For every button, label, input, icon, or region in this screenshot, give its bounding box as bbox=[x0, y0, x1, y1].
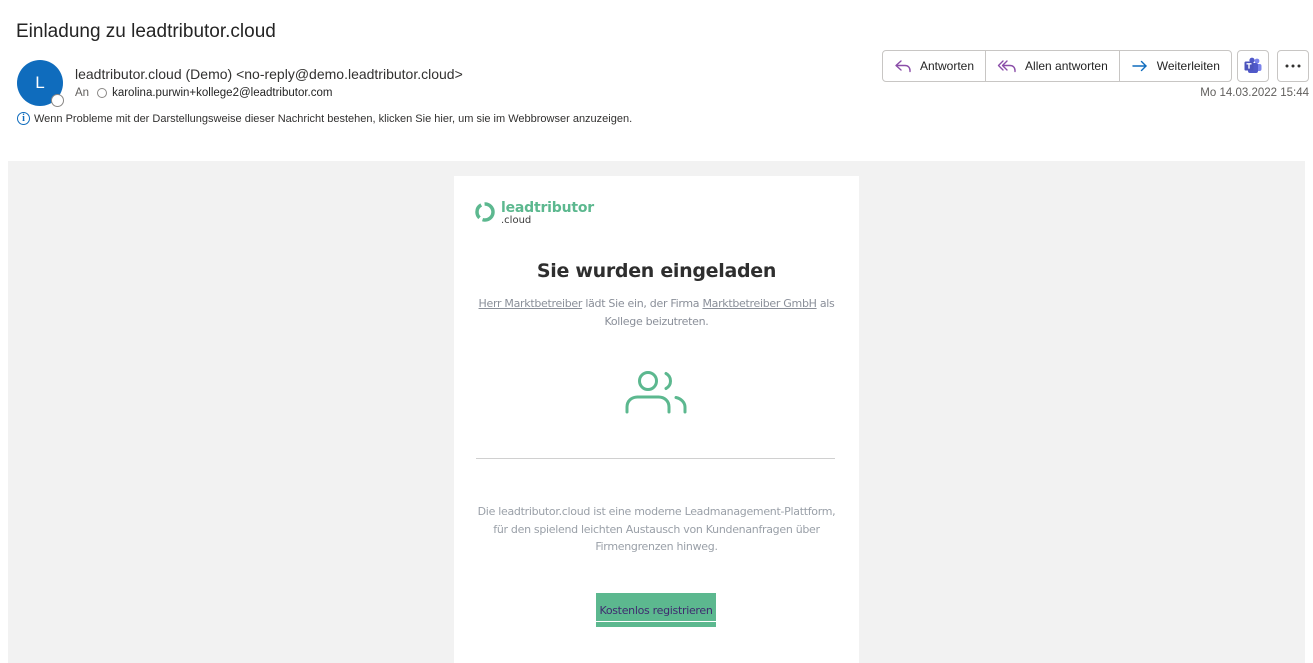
avatar-initial: L bbox=[35, 73, 45, 92]
people-icon bbox=[625, 371, 687, 414]
reply-icon bbox=[895, 60, 911, 73]
forward-icon bbox=[1132, 60, 1147, 72]
logo-name: leadtributor bbox=[501, 200, 594, 216]
teams-button[interactable] bbox=[1237, 50, 1269, 82]
register-button-underline bbox=[596, 621, 716, 622]
register-button[interactable]: Kostenlos registrieren bbox=[596, 593, 716, 627]
display-issue-text[interactable]: Wenn Probleme mit der Darstellungsweise … bbox=[34, 113, 632, 125]
info-icon: i bbox=[17, 112, 30, 125]
invitation-headline: Sie wurden eingeladen bbox=[536, 260, 777, 282]
forward-label: Weiterleiten bbox=[1156, 59, 1220, 73]
message-subject: Einladung zu leadtributor.cloud bbox=[16, 21, 276, 42]
invitation-text: Herr Marktbetreiber lädt Sie ein, der Fi… bbox=[474, 295, 839, 331]
register-button-label: Kostenlos registrieren bbox=[599, 603, 713, 617]
recipient-address[interactable]: karolina.purwin+kollege2@leadtributor.co… bbox=[112, 87, 332, 99]
reply-label: Antworten bbox=[920, 59, 975, 73]
more-icon bbox=[1285, 64, 1301, 68]
brand-logo: leadtributor .cloud bbox=[474, 201, 594, 226]
reply-all-button[interactable]: Allen antworten bbox=[986, 51, 1120, 81]
more-actions-button[interactable] bbox=[1277, 50, 1309, 82]
message-date: Mo 14.03.2022 15:44 bbox=[1200, 87, 1309, 99]
sender-name[interactable]: leadtributor.cloud (Demo) <no-reply@demo… bbox=[75, 66, 463, 82]
recipient-presence-icon bbox=[97, 88, 108, 98]
teams-icon bbox=[1244, 57, 1262, 73]
content-divider bbox=[476, 458, 835, 459]
presence-status-icon bbox=[51, 94, 64, 107]
forward-button[interactable]: Weiterleiten bbox=[1120, 51, 1231, 81]
platform-description: Die leadtributor.cloud ist eine moderne … bbox=[477, 505, 836, 553]
leadtributor-logo-icon bbox=[475, 202, 495, 222]
reply-all-label: Allen antworten bbox=[1025, 59, 1108, 73]
email-card: leadtributor .cloud Sie wurden eingelade… bbox=[454, 176, 859, 663]
recipient-row: An karolina.purwin+kollege2@leadtributor… bbox=[75, 87, 332, 99]
logo-sub: .cloud bbox=[501, 215, 532, 226]
intro-middle-text: lädt Sie ein, der Firma bbox=[585, 297, 700, 310]
display-issue-notice[interactable]: i Wenn Probleme mit der Darstellungsweis… bbox=[17, 112, 632, 125]
message-actions: Antworten Allen antworten Weiterleiten bbox=[882, 50, 1232, 82]
company-link[interactable]: Marktbetreiber GmbH bbox=[702, 297, 816, 310]
to-label: An bbox=[75, 87, 90, 99]
reply-all-icon bbox=[997, 60, 1016, 73]
reply-button[interactable]: Antworten bbox=[883, 51, 987, 81]
inviter-link[interactable]: Herr Marktbetreiber bbox=[479, 297, 583, 310]
